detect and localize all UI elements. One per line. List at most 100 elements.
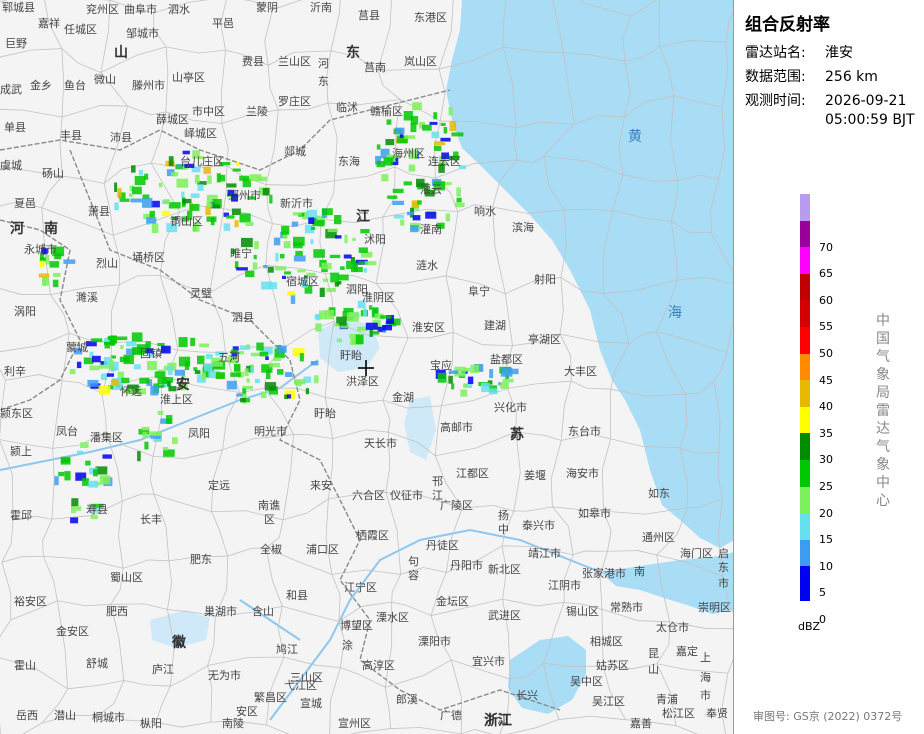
place-label: 博望区 <box>340 619 373 632</box>
place-label: 泰兴市 <box>522 519 555 532</box>
legend-tick-label: 40 <box>819 400 833 414</box>
place-label: 海 <box>700 671 711 684</box>
county-boundary <box>504 293 513 346</box>
radar-map[interactable]: 郓城县 兖州区 曲阜市 泗水 蒙阴 沂南 莒县 东港区 嘉祥 任城区 邹城市 平邑 巨野 微山 滕州市 山亭区… <box>0 0 734 734</box>
echo-cell <box>117 188 122 198</box>
echo-cell <box>114 202 119 211</box>
place-label: 吴中区 <box>570 675 603 688</box>
place-label: 市中区 <box>192 105 225 118</box>
echo-cell <box>344 234 348 244</box>
county-boundary <box>435 431 517 457</box>
echo-cell <box>161 345 171 354</box>
province-label: 苏 <box>510 427 524 443</box>
place-label: 明光市 <box>254 425 287 438</box>
echo-cell <box>381 174 389 182</box>
place-label: 宜兴市 <box>472 655 505 668</box>
place-label: 松江区 <box>662 707 695 720</box>
county-boundary <box>377 70 401 100</box>
echo-cell <box>281 225 290 235</box>
county-boundary <box>149 456 155 495</box>
county-boundary <box>675 725 699 734</box>
echo-cell <box>324 310 335 320</box>
place-label: 临沭 <box>336 101 358 114</box>
place-label: 丹阳市 <box>450 559 483 572</box>
place-label: 栖霞区 <box>356 529 389 542</box>
echo-cell <box>276 345 287 353</box>
legend-tick-label: 60 <box>819 293 833 307</box>
place-label: 薛城区 <box>156 113 189 126</box>
echo-cell <box>182 150 190 155</box>
echo-cell <box>410 225 419 233</box>
echo-cell <box>481 382 490 393</box>
place-label: 海安市 <box>566 467 599 480</box>
place-label: 盱眙 <box>340 349 362 362</box>
county-boundary <box>438 68 446 122</box>
echo-cell <box>502 378 514 383</box>
echo-cell <box>91 338 103 343</box>
county-boundary <box>170 665 208 687</box>
county-boundary <box>266 180 335 186</box>
place-label: 台儿庄区 <box>180 155 224 168</box>
place-label: 潜山 <box>54 709 76 722</box>
place-label: 嘉定 <box>676 645 698 658</box>
echo-cell <box>194 174 200 184</box>
county-boundary <box>656 663 728 674</box>
county-boundary <box>492 207 506 294</box>
legend-swatch <box>800 300 810 327</box>
legend-swatch <box>800 273 810 301</box>
echo-cell <box>372 331 380 335</box>
echo-cell <box>168 366 173 375</box>
echo-cell <box>181 191 185 198</box>
echo-cell <box>49 261 60 268</box>
place-label: 山亭区 <box>172 71 205 84</box>
echo-cell <box>82 478 90 486</box>
place-label: 高邮市 <box>440 421 473 434</box>
echo-cell <box>266 369 271 380</box>
place-label: 连云区 <box>428 155 461 168</box>
echo-cell <box>115 336 128 341</box>
echo-cell <box>358 247 368 253</box>
county-boundary <box>266 724 290 734</box>
echo-cell <box>131 165 136 173</box>
echo-cell <box>236 267 248 271</box>
echo-cell <box>146 217 157 224</box>
radar-figure: 郓城县 兖州区 曲阜市 泗水 蒙阴 沂南 莒县 东港区 嘉祥 任城区 邹城市 平邑 巨野 微山 滕州市 山亭区… <box>0 0 924 734</box>
place-label: 武进区 <box>488 609 521 622</box>
range-label: 数据范围: <box>745 69 806 85</box>
place-label: 昆 <box>648 647 659 660</box>
place-label: 溧阳市 <box>418 635 451 648</box>
echo-cell <box>335 235 342 239</box>
county-boundary <box>118 500 124 569</box>
county-boundary <box>159 275 179 351</box>
place-label: 全椒 <box>260 543 282 556</box>
echo-cell <box>256 176 267 182</box>
place-label: 宣州区 <box>338 717 371 730</box>
echo-cell <box>262 188 270 196</box>
place-label: 金湖 <box>392 391 414 404</box>
place-label: 岚山区 <box>404 55 437 68</box>
echo-cell <box>392 188 404 193</box>
legend-swatch <box>800 513 810 540</box>
place-label: 桐城市 <box>92 711 125 724</box>
echo-cell <box>76 506 82 511</box>
echo-cell <box>70 517 79 524</box>
county-boundary <box>122 559 169 569</box>
echo-cell <box>141 426 150 431</box>
echo-cell <box>265 356 269 360</box>
map-approval-number: 审图号: GS京 (2022) 0372号 <box>753 710 903 723</box>
legend-swatch <box>800 327 810 354</box>
echo-cell <box>250 366 254 373</box>
county-boundary <box>61 48 101 73</box>
place-label: 涂 <box>342 639 353 652</box>
echo-cell <box>277 369 284 375</box>
place-label: 濉溪 <box>76 291 98 304</box>
echo-cell <box>134 175 146 185</box>
echo-cell <box>295 250 303 256</box>
echo-cell <box>76 361 82 369</box>
echo-cell <box>293 255 306 262</box>
place-label: 姜堰 <box>524 469 546 482</box>
echo-cell <box>232 168 241 172</box>
echo-cell <box>168 156 174 167</box>
legend-tick-label: 20 <box>819 506 833 520</box>
place-label: 上 <box>700 651 711 664</box>
